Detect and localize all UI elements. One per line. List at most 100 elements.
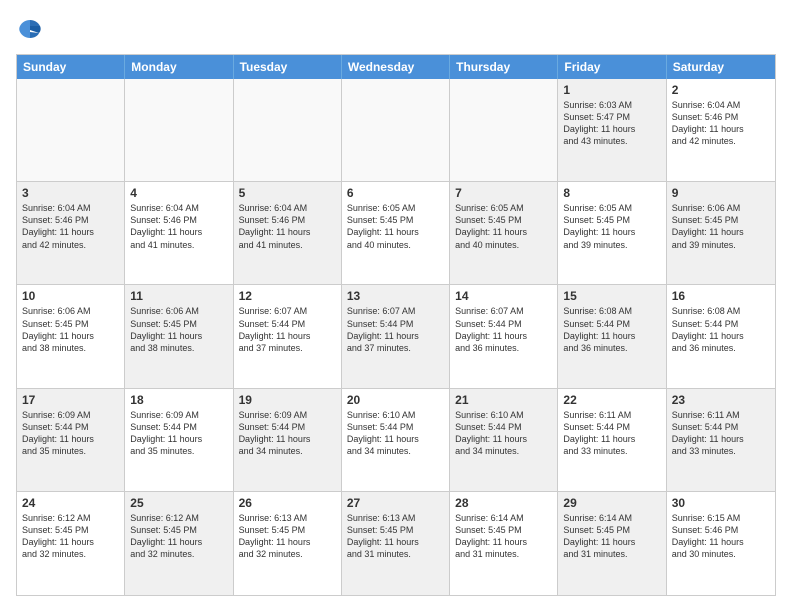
day-number: 19 [239,393,336,407]
cell-text: Sunrise: 6:12 AM Sunset: 5:45 PM Dayligh… [130,512,227,561]
day-number: 5 [239,186,336,200]
cell-text: Sunrise: 6:06 AM Sunset: 5:45 PM Dayligh… [22,305,119,354]
day-number: 8 [563,186,660,200]
table-row [17,79,125,181]
header-day-friday: Friday [558,55,666,79]
day-number: 26 [239,496,336,510]
day-number: 28 [455,496,552,510]
header-day-saturday: Saturday [667,55,775,79]
day-number: 10 [22,289,119,303]
table-row: 23 Sunrise: 6:11 AM Sunset: 5:44 PM Dayli… [667,389,775,491]
cell-text: Sunrise: 6:07 AM Sunset: 5:44 PM Dayligh… [347,305,444,354]
table-row: 26 Sunrise: 6:13 AM Sunset: 5:45 PM Dayli… [234,492,342,595]
header-day-sunday: Sunday [17,55,125,79]
day-number: 4 [130,186,227,200]
cell-text: Sunrise: 6:04 AM Sunset: 5:46 PM Dayligh… [672,99,770,148]
table-row: 19 Sunrise: 6:09 AM Sunset: 5:44 PM Dayli… [234,389,342,491]
day-number: 1 [563,83,660,97]
table-row: 14 Sunrise: 6:07 AM Sunset: 5:44 PM Dayli… [450,285,558,387]
day-number: 29 [563,496,660,510]
logo [16,16,48,44]
table-row: 10 Sunrise: 6:06 AM Sunset: 5:45 PM Dayli… [17,285,125,387]
calendar-row: 3Sunrise: 6:04 AM Sunset: 5:46 PM Daylig… [17,182,775,285]
cell-text: Sunrise: 6:06 AM Sunset: 5:45 PM Dayligh… [672,202,770,251]
header [16,16,776,44]
cell-text: Sunrise: 6:10 AM Sunset: 5:44 PM Dayligh… [347,409,444,458]
cell-text: Sunrise: 6:09 AM Sunset: 5:44 PM Dayligh… [130,409,227,458]
cell-text: Sunrise: 6:15 AM Sunset: 5:46 PM Dayligh… [672,512,770,561]
table-row: 16 Sunrise: 6:08 AM Sunset: 5:44 PM Dayli… [667,285,775,387]
cell-text: Sunrise: 6:09 AM Sunset: 5:44 PM Dayligh… [239,409,336,458]
cell-text: Sunrise: 6:03 AM Sunset: 5:47 PM Dayligh… [563,99,660,148]
table-row [125,79,233,181]
day-number: 12 [239,289,336,303]
cell-text: Sunrise: 6:08 AM Sunset: 5:44 PM Dayligh… [672,305,770,354]
table-row: 9 Sunrise: 6:06 AM Sunset: 5:45 PM Daylig… [667,182,775,284]
calendar: SundayMondayTuesdayWednesdayThursdayFrid… [16,54,776,596]
day-number: 17 [22,393,119,407]
day-number: 18 [130,393,227,407]
day-number: 23 [672,393,770,407]
day-number: 16 [672,289,770,303]
table-row [450,79,558,181]
table-row: 13 Sunrise: 6:07 AM Sunset: 5:44 PM Dayli… [342,285,450,387]
table-row: 25Sunrise: 6:12 AM Sunset: 5:45 PM Dayli… [125,492,233,595]
cell-text: Sunrise: 6:14 AM Sunset: 5:45 PM Dayligh… [455,512,552,561]
cell-text: Sunrise: 6:07 AM Sunset: 5:44 PM Dayligh… [455,305,552,354]
day-number: 7 [455,186,552,200]
cell-text: Sunrise: 6:04 AM Sunset: 5:46 PM Dayligh… [130,202,227,251]
calendar-row: 17 Sunrise: 6:09 AM Sunset: 5:44 PM Dayli… [17,389,775,492]
table-row: 8 Sunrise: 6:05 AM Sunset: 5:45 PM Daylig… [558,182,666,284]
table-row: 27Sunrise: 6:13 AM Sunset: 5:45 PM Dayli… [342,492,450,595]
cell-text: Sunrise: 6:05 AM Sunset: 5:45 PM Dayligh… [455,202,552,251]
page: SundayMondayTuesdayWednesdayThursdayFrid… [0,0,792,612]
table-row: 1 Sunrise: 6:03 AM Sunset: 5:47 PM Daylig… [558,79,666,181]
cell-text: Sunrise: 6:10 AM Sunset: 5:44 PM Dayligh… [455,409,552,458]
day-number: 11 [130,289,227,303]
table-row: 24 Sunrise: 6:12 AM Sunset: 5:45 PM Dayli… [17,492,125,595]
calendar-row: 24 Sunrise: 6:12 AM Sunset: 5:45 PM Dayli… [17,492,775,595]
cell-text: Sunrise: 6:07 AM Sunset: 5:44 PM Dayligh… [239,305,336,354]
cell-text: Sunrise: 6:11 AM Sunset: 5:44 PM Dayligh… [672,409,770,458]
table-row: 29 Sunrise: 6:14 AM Sunset: 5:45 PM Dayli… [558,492,666,595]
cell-text: Sunrise: 6:13 AM Sunset: 5:45 PM Dayligh… [239,512,336,561]
cell-text: Sunrise: 6:12 AM Sunset: 5:45 PM Dayligh… [22,512,119,561]
day-number: 9 [672,186,770,200]
cell-text: Sunrise: 6:09 AM Sunset: 5:44 PM Dayligh… [22,409,119,458]
cell-text: Sunrise: 6:08 AM Sunset: 5:44 PM Dayligh… [563,305,660,354]
table-row [234,79,342,181]
table-row: 18 Sunrise: 6:09 AM Sunset: 5:44 PM Dayli… [125,389,233,491]
cell-text: Sunrise: 6:11 AM Sunset: 5:44 PM Dayligh… [563,409,660,458]
table-row: 20 Sunrise: 6:10 AM Sunset: 5:44 PM Dayli… [342,389,450,491]
day-number: 2 [672,83,770,97]
cell-text: Sunrise: 6:05 AM Sunset: 5:45 PM Dayligh… [563,202,660,251]
table-row: 15 Sunrise: 6:08 AM Sunset: 5:44 PM Dayli… [558,285,666,387]
day-number: 21 [455,393,552,407]
table-row [342,79,450,181]
table-row: 28 Sunrise: 6:14 AM Sunset: 5:45 PM Dayli… [450,492,558,595]
header-day-monday: Monday [125,55,233,79]
day-number: 22 [563,393,660,407]
day-number: 20 [347,393,444,407]
table-row: 11 Sunrise: 6:06 AM Sunset: 5:45 PM Dayli… [125,285,233,387]
table-row: 5Sunrise: 6:04 AM Sunset: 5:46 PM Daylig… [234,182,342,284]
table-row: 7 Sunrise: 6:05 AM Sunset: 5:45 PM Daylig… [450,182,558,284]
table-row: 22 Sunrise: 6:11 AM Sunset: 5:44 PM Dayli… [558,389,666,491]
table-row: 6Sunrise: 6:05 AM Sunset: 5:45 PM Daylig… [342,182,450,284]
cell-text: Sunrise: 6:04 AM Sunset: 5:46 PM Dayligh… [22,202,119,251]
cell-text: Sunrise: 6:14 AM Sunset: 5:45 PM Dayligh… [563,512,660,561]
calendar-row: 1 Sunrise: 6:03 AM Sunset: 5:47 PM Daylig… [17,79,775,182]
cell-text: Sunrise: 6:06 AM Sunset: 5:45 PM Dayligh… [130,305,227,354]
day-number: 24 [22,496,119,510]
logo-icon [16,16,44,44]
table-row: 17 Sunrise: 6:09 AM Sunset: 5:44 PM Dayli… [17,389,125,491]
day-number: 14 [455,289,552,303]
table-row: 30Sunrise: 6:15 AM Sunset: 5:46 PM Dayli… [667,492,775,595]
table-row: 12 Sunrise: 6:07 AM Sunset: 5:44 PM Dayli… [234,285,342,387]
day-number: 15 [563,289,660,303]
table-row: 2 Sunrise: 6:04 AM Sunset: 5:46 PM Daylig… [667,79,775,181]
header-day-tuesday: Tuesday [234,55,342,79]
calendar-row: 10 Sunrise: 6:06 AM Sunset: 5:45 PM Dayli… [17,285,775,388]
calendar-body: 1 Sunrise: 6:03 AM Sunset: 5:47 PM Daylig… [17,79,775,595]
day-number: 13 [347,289,444,303]
